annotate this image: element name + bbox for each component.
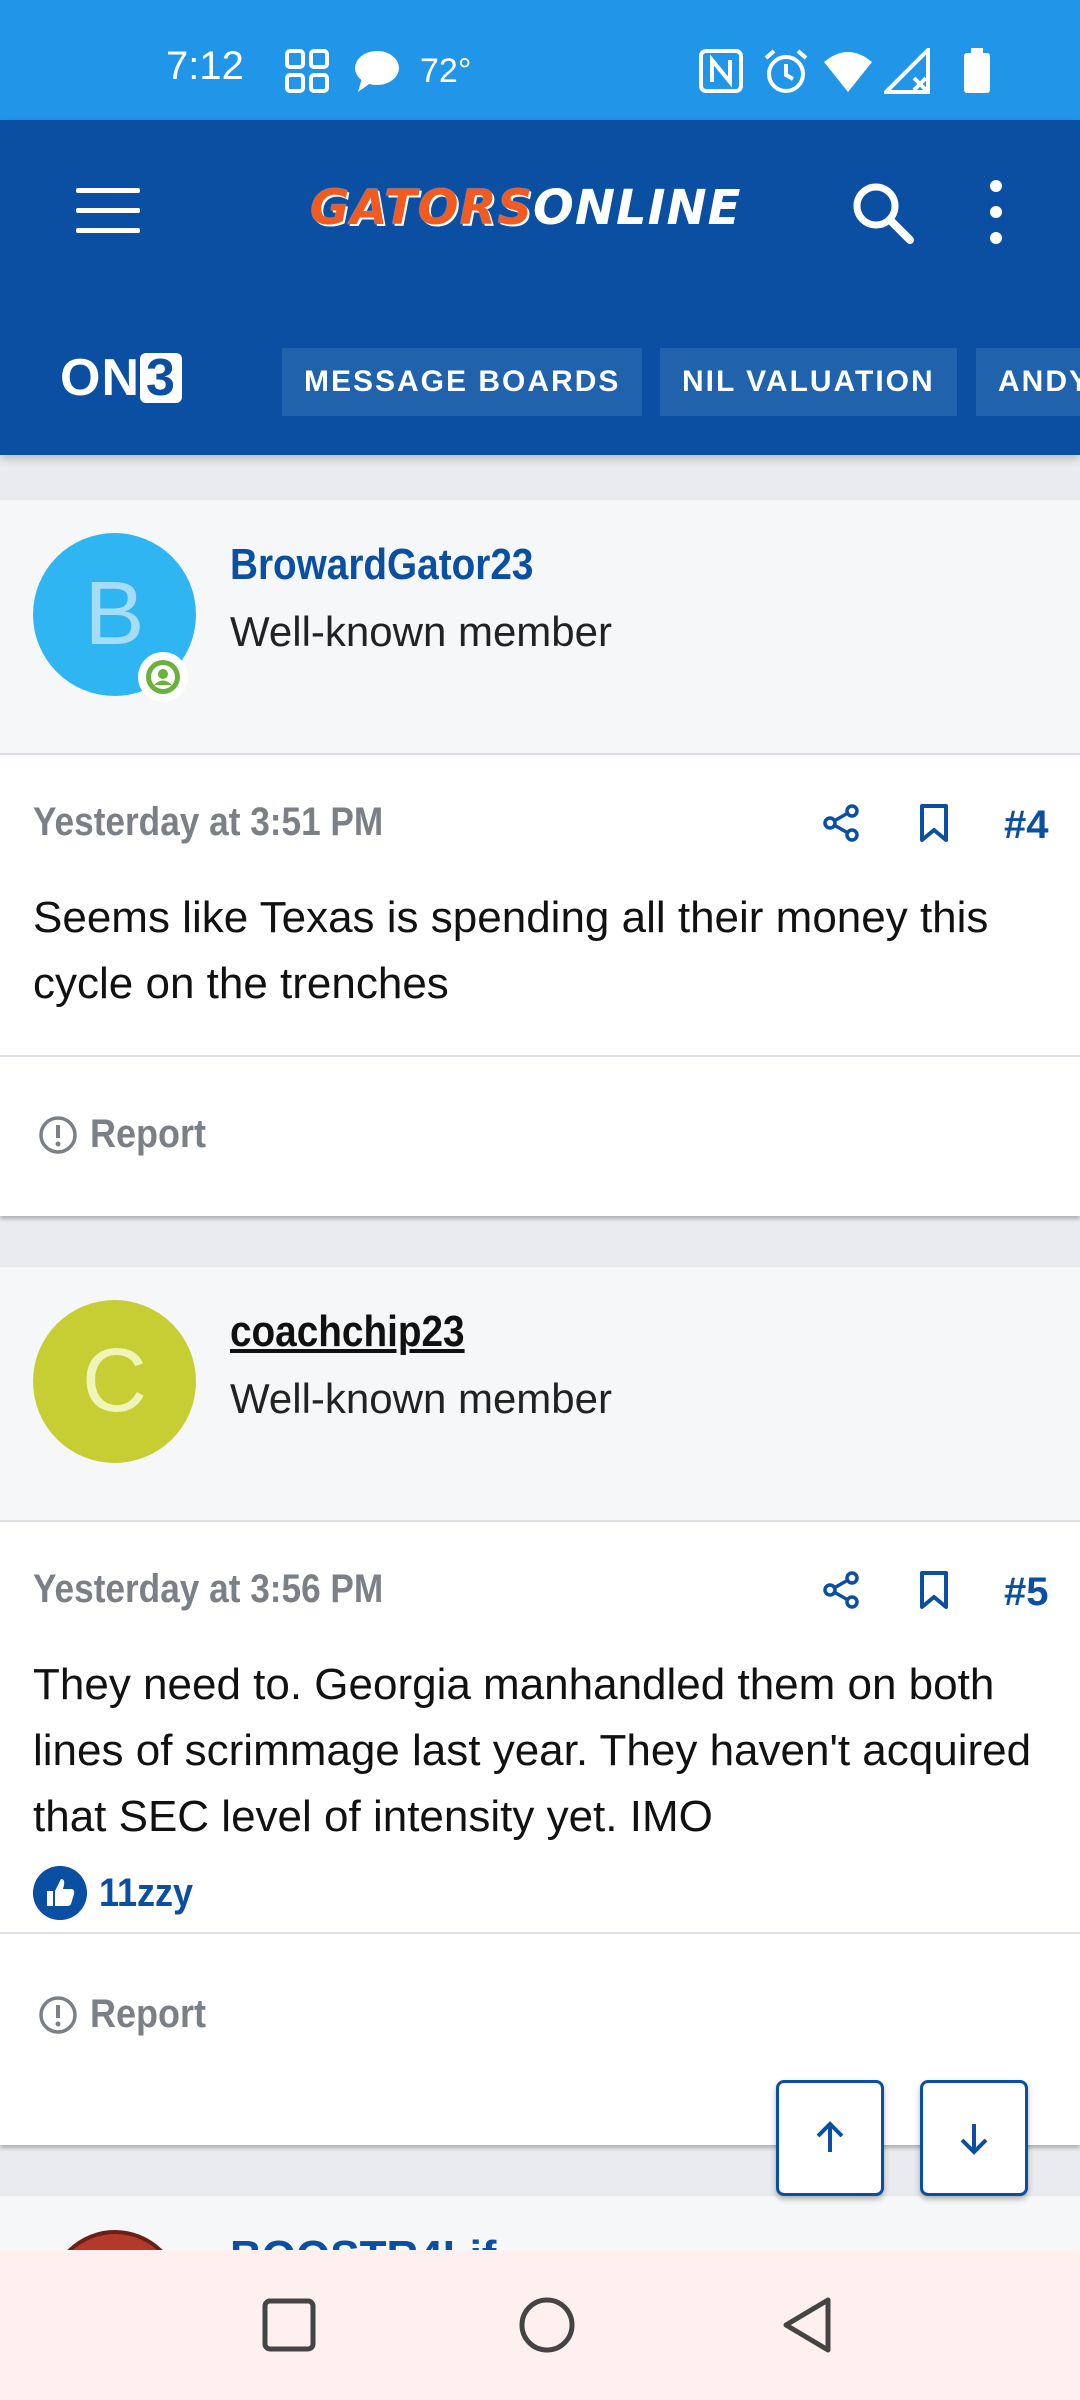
reactions-bar[interactable]: 11zzy xyxy=(0,1842,1080,1932)
back-icon[interactable] xyxy=(780,2296,834,2354)
report-label: Report xyxy=(90,1112,207,1156)
bookmark-icon[interactable] xyxy=(916,1570,952,1610)
post-card: C coachchip23 Well-known member Yesterda… xyxy=(0,1267,1080,2145)
search-icon[interactable] xyxy=(846,176,918,248)
username[interactable]: coachchip23 xyxy=(230,1307,465,1357)
avatar[interactable]: C xyxy=(33,1300,196,1463)
user-title: Well-known member xyxy=(230,608,612,655)
more-options-icon[interactable] xyxy=(980,176,1012,248)
battery-icon xyxy=(964,48,990,93)
share-icon[interactable] xyxy=(822,803,862,843)
share-icon[interactable] xyxy=(822,1570,862,1610)
post-meta: Yesterday at 3:56 PM #5 xyxy=(0,1522,1080,1614)
post-footer: Report xyxy=(0,1932,1080,2096)
post-body: Seems like Texas is spending all their m… xyxy=(33,893,989,1008)
menu-icon[interactable] xyxy=(76,188,140,236)
post-number-link[interactable]: #5 xyxy=(1004,1570,1049,1615)
arrow-up-icon xyxy=(816,2121,844,2152)
nav-tab-andy[interactable]: ANDY xyxy=(976,348,1080,416)
logo-primary-text: GATORS xyxy=(310,180,534,236)
post-meta: Yesterday at 3:51 PM #4 xyxy=(0,755,1080,847)
post-card: B BrowardGator23 Well-known member Yeste… xyxy=(0,500,1080,1216)
chat-icon xyxy=(355,51,399,92)
post-user-block: B BrowardGator23 Well-known member xyxy=(0,500,1080,755)
home-icon[interactable] xyxy=(518,2296,576,2354)
status-temperature: 72° xyxy=(420,52,472,90)
app-header: GATORSONLINE ON 3 MESSAGE BOARDS NIL VALU… xyxy=(0,120,1080,455)
on3-suffix: 3 xyxy=(140,352,182,404)
report-link[interactable]: Report xyxy=(38,1992,219,2037)
widget-icon xyxy=(285,49,329,93)
post-timestamp[interactable]: Yesterday at 3:56 PM xyxy=(33,1567,383,1612)
user-title: Well-known member xyxy=(230,1375,612,1422)
post-user-block: C coachchip23 Well-known member xyxy=(0,1267,1080,1522)
report-icon xyxy=(39,1995,77,2034)
site-logo[interactable]: GATORSONLINE xyxy=(310,180,741,236)
report-label: Report xyxy=(90,1992,207,2036)
bookmark-icon[interactable] xyxy=(916,803,952,843)
recents-icon[interactable] xyxy=(262,2298,316,2352)
post-footer: Report xyxy=(0,1055,1080,1219)
online-status-icon xyxy=(138,652,188,702)
post-number-link[interactable]: #4 xyxy=(1004,803,1049,848)
on3-logo[interactable]: ON 3 xyxy=(60,348,182,408)
status-time: 7:12 xyxy=(166,44,244,88)
post-card-partial: BOOSTR4Lif xyxy=(0,2196,1080,2256)
post-body: They need to. Georgia manhandled them on… xyxy=(33,1660,1032,1841)
logo-secondary-text: ONLINE xyxy=(533,180,742,236)
post-timestamp[interactable]: Yesterday at 3:51 PM xyxy=(33,800,383,845)
like-icon xyxy=(33,1866,87,1920)
status-bar: 7:12 72° xyxy=(0,0,1080,120)
wifi-icon xyxy=(824,52,872,92)
report-link[interactable]: Report xyxy=(38,1112,219,1157)
alarm-icon xyxy=(764,49,808,93)
arrow-down-icon xyxy=(960,2124,988,2155)
signal-icon xyxy=(884,48,930,94)
report-icon xyxy=(39,1115,77,1154)
nfc-icon xyxy=(699,49,743,93)
scroll-down-button[interactable] xyxy=(920,2080,1028,2196)
reaction-username[interactable]: 11zzy xyxy=(99,1871,193,1916)
nav-tab-message-boards[interactable]: MESSAGE BOARDS xyxy=(282,348,643,416)
scroll-up-button[interactable] xyxy=(776,2080,884,2196)
on3-prefix: ON xyxy=(60,349,140,407)
system-navigation-bar xyxy=(0,2250,1080,2400)
username[interactable]: BrowardGator23 xyxy=(230,540,533,590)
nav-tab-nil-valuation[interactable]: NIL VALUATION xyxy=(660,348,957,416)
